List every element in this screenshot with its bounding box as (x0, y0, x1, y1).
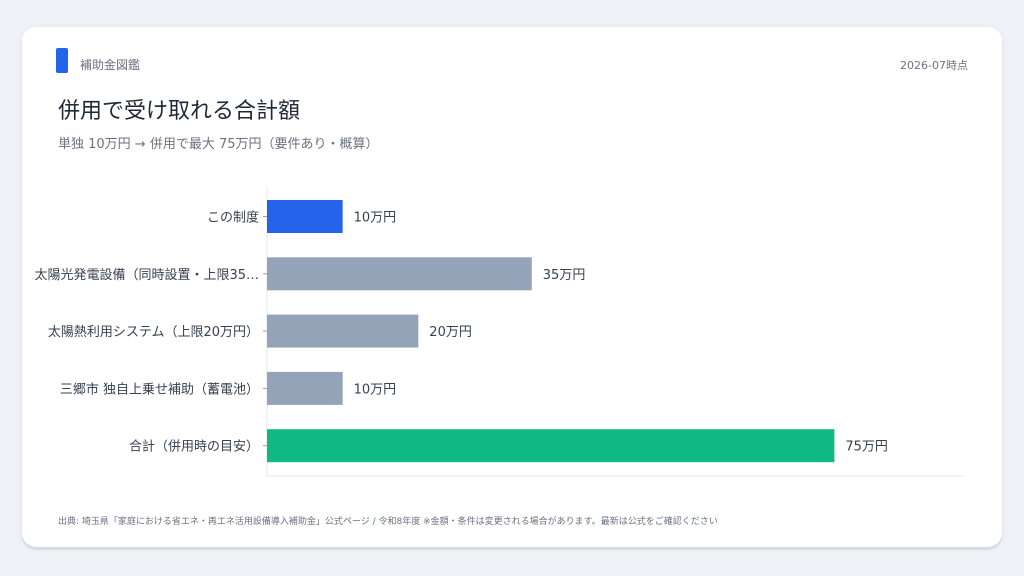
bar (267, 314, 419, 348)
bar-value-label: 20万円 (429, 325, 472, 340)
bar-value-label: 75万円 (845, 440, 888, 455)
bar-chart: この制度 10万円太陽光発電設備（同時設置・上限35… 35万円太陽熱利用システム（… (34, 186, 963, 477)
category-label: 合計（併用時の目安） (129, 439, 259, 455)
category-label: 太陽熱利用システム（上限20万円） (48, 325, 259, 340)
bar (267, 371, 343, 405)
category-label: この制度 (207, 210, 259, 226)
bar (267, 257, 532, 291)
category-label: 三郷市 独自上乗せ補助（蓄電池） (60, 381, 259, 397)
category-label: 太陽光発電設備（同時設置・上限35… (34, 267, 259, 283)
bar-value-label: 10万円 (354, 211, 397, 226)
bar (267, 200, 343, 233)
bar (267, 429, 835, 463)
bar-value-label: 35万円 (543, 268, 586, 283)
bar-value-label: 10万円 (354, 382, 397, 397)
